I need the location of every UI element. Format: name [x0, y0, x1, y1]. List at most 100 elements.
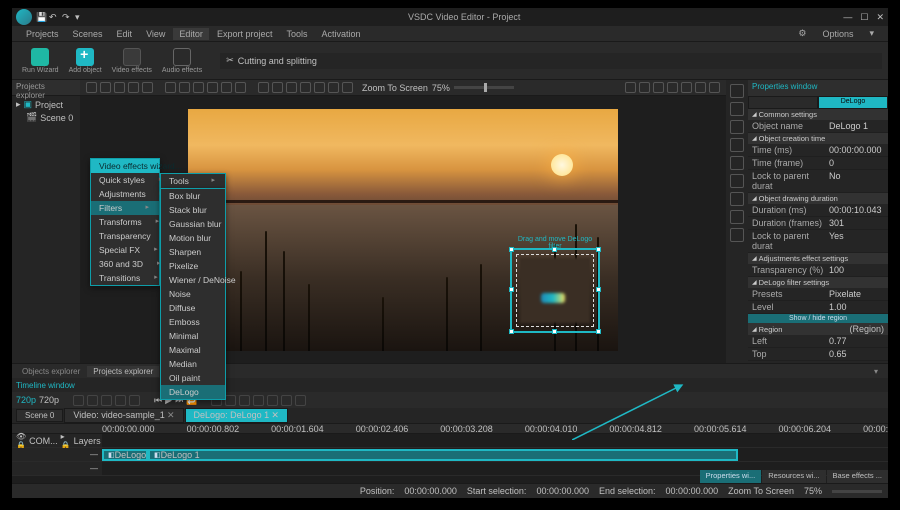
menu-item[interactable]: DeLogo: [161, 385, 225, 399]
side-tool-icon[interactable]: [730, 84, 744, 98]
menu-item[interactable]: 360 and 3D▸: [91, 257, 159, 271]
zoom-slider[interactable]: [832, 490, 882, 493]
run-wizard-button[interactable]: Run Wizard: [18, 46, 63, 76]
track-label[interactable]: —: [12, 448, 102, 461]
menu-item[interactable]: Median: [161, 357, 225, 371]
prop-row[interactable]: Duration (ms)00:00:10.043: [748, 204, 888, 217]
tool-icon[interactable]: [258, 82, 269, 93]
menu-item[interactable]: Noise: [161, 287, 225, 301]
menu-item[interactable]: Oil paint: [161, 371, 225, 385]
clip-delogo-main[interactable]: ◧ DeLogo 1: [148, 449, 738, 461]
prop-row[interactable]: PresetsPixelate: [748, 288, 888, 301]
side-tool-icon[interactable]: [730, 138, 744, 152]
tool-icon[interactable]: [235, 82, 246, 93]
tool-icon[interactable]: [639, 82, 650, 93]
chevron-down-icon[interactable]: ▾: [868, 366, 884, 377]
menu-item[interactable]: Emboss: [161, 315, 225, 329]
prop-section[interactable]: Object creation time: [748, 133, 888, 144]
menu-item[interactable]: Transforms▸: [91, 215, 159, 229]
menu-scenes[interactable]: Scenes: [67, 28, 109, 40]
add-object-button[interactable]: Add object: [65, 46, 106, 76]
tree-project[interactable]: ▸ ▣ Project: [16, 98, 76, 111]
side-tool-icon[interactable]: [730, 102, 744, 116]
menu-item[interactable]: Video effects wizard...: [91, 159, 159, 173]
tab-base-effects[interactable]: Base effects ...: [827, 470, 888, 483]
tab-properties[interactable]: Properties wi...: [700, 470, 762, 483]
prop-row[interactable]: Time (ms)00:00:00.000: [748, 144, 888, 157]
prop-section[interactable]: Common settings: [748, 109, 888, 120]
video-preview[interactable]: Drag and move DeLogo filter: [188, 109, 618, 351]
options-label[interactable]: Options: [816, 28, 859, 40]
prop-section[interactable]: Adjustments effect settings: [748, 253, 888, 264]
tool-icon[interactable]: [709, 82, 720, 93]
tl-tool-icon[interactable]: [253, 395, 264, 406]
side-tool-icon[interactable]: [730, 210, 744, 224]
tl-tool-icon[interactable]: [239, 395, 250, 406]
tool-icon[interactable]: [328, 82, 339, 93]
gear-icon[interactable]: ⚙: [792, 27, 812, 40]
menu-editor[interactable]: Editor: [173, 28, 209, 40]
tool-icon[interactable]: [681, 82, 692, 93]
tool-icon[interactable]: [314, 82, 325, 93]
tool-icon[interactable]: [221, 82, 232, 93]
prop-row[interactable]: Lock to parent duratYes: [748, 230, 888, 253]
minimize-icon[interactable]: —: [843, 12, 852, 23]
maximize-icon[interactable]: ☐: [860, 12, 868, 23]
timeline-tab-video[interactable]: Video: video-sample_1 ✕: [64, 408, 183, 423]
prop-row[interactable]: Left0.77: [748, 335, 888, 348]
prop-row[interactable]: Right0.96: [748, 361, 888, 363]
timeline-tab-scene[interactable]: Scene 0: [16, 409, 63, 422]
zoom-value[interactable]: 75%: [432, 83, 450, 93]
tl-tool-icon[interactable]: [225, 395, 236, 406]
video-effects-button[interactable]: Video effects: [108, 46, 156, 76]
tl-tool-icon[interactable]: [87, 395, 98, 406]
tab-projects-explorer[interactable]: Projects explorer: [87, 366, 159, 377]
tool-icon[interactable]: [300, 82, 311, 93]
resolution-label[interactable]: 720p: [16, 395, 36, 405]
tool-icon[interactable]: [286, 82, 297, 93]
tool-icon[interactable]: [625, 82, 636, 93]
menu-item[interactable]: Adjustments▸: [91, 187, 159, 201]
menu-export[interactable]: Export project: [211, 28, 279, 40]
menu-item[interactable]: Minimal: [161, 329, 225, 343]
prop-row[interactable]: Transparency (%)100: [748, 264, 888, 277]
menu-projects[interactable]: Projects: [20, 28, 65, 40]
menu-item[interactable]: Diffuse: [161, 301, 225, 315]
menu-item[interactable]: Special FX▸: [91, 243, 159, 257]
menu-item[interactable]: Filters▸: [91, 201, 159, 215]
side-tool-icon[interactable]: [730, 120, 744, 134]
prop-button[interactable]: Show / hide region: [748, 314, 888, 323]
side-tool-icon[interactable]: [730, 174, 744, 188]
prop-row[interactable]: Object nameDeLogo 1: [748, 120, 888, 133]
menu-item[interactable]: Stack blur: [161, 203, 225, 217]
timeline-tab-delogo[interactable]: DeLogo: DeLogo 1 ✕: [185, 408, 288, 423]
tool-icon[interactable]: [272, 82, 283, 93]
side-tool-icon[interactable]: [730, 192, 744, 206]
tab-resources[interactable]: Resources wi...: [762, 470, 825, 483]
clip-delogo-small[interactable]: ◧ DeLogo: [102, 449, 148, 461]
tool-icon[interactable]: [100, 82, 111, 93]
timeline-ruler[interactable]: 00:00:00.00000:00:00.80200:00:01.60400:0…: [12, 423, 888, 434]
menu-item[interactable]: Transparency▸: [91, 229, 159, 243]
prop-section[interactable]: Object drawing duration: [748, 193, 888, 204]
menu-tools[interactable]: Tools: [280, 28, 313, 40]
scissors-icon[interactable]: ✂: [226, 55, 234, 66]
tl-tool-icon[interactable]: [281, 395, 292, 406]
tool-icon[interactable]: [142, 82, 153, 93]
tool-icon[interactable]: [128, 82, 139, 93]
tl-tool-icon[interactable]: [101, 395, 112, 406]
prop-row[interactable]: Duration (frames)301: [748, 217, 888, 230]
tool-icon[interactable]: [342, 82, 353, 93]
menu-item[interactable]: Motion blur: [161, 231, 225, 245]
menu-item[interactable]: Sharpen: [161, 245, 225, 259]
tool-icon[interactable]: [179, 82, 190, 93]
tl-tool-icon[interactable]: [73, 395, 84, 406]
menu-edit[interactable]: Edit: [111, 28, 139, 40]
zoom-slider[interactable]: [454, 86, 514, 89]
tool-icon[interactable]: [653, 82, 664, 93]
menu-view[interactable]: View: [140, 28, 171, 40]
quick-access[interactable]: 💾↶↷▾: [36, 12, 85, 22]
prop-row[interactable]: Level1.00: [748, 301, 888, 314]
tl-tool-icon[interactable]: [295, 395, 306, 406]
tl-tool-icon[interactable]: [129, 395, 140, 406]
